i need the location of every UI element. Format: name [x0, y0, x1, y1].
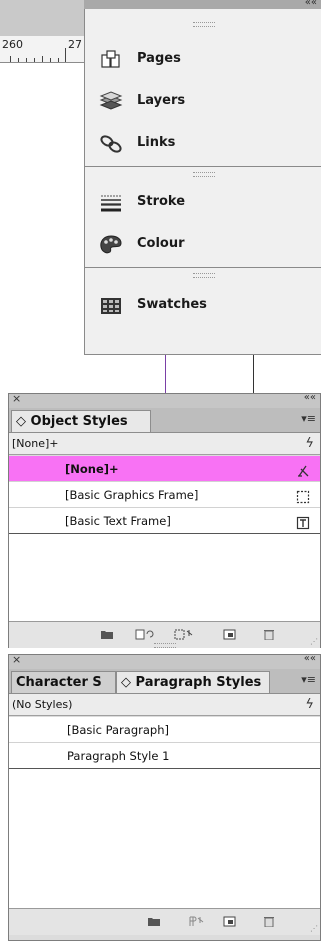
resize-grip-icon[interactable]: ⋰ — [310, 924, 318, 933]
layers-icon — [99, 91, 123, 113]
clear-overrides-button-icon[interactable] — [135, 629, 155, 640]
dock-titlebar[interactable]: «« — [84, 0, 321, 9]
style-name: [None]+ — [65, 462, 119, 476]
ruler-tick — [26, 58, 27, 62]
list-item[interactable]: [Basic Text Frame] — [9, 508, 320, 534]
dock-grip[interactable] — [192, 172, 215, 177]
dock-item-pages[interactable]: Pages — [85, 40, 321, 80]
dock-item-label: Pages — [137, 51, 181, 66]
panel-tab-row: Character S ◇ Paragraph Styles ▾≡ — [9, 669, 320, 694]
clear-overrides-button-icon[interactable] — [187, 916, 205, 927]
colour-icon — [99, 234, 123, 256]
panel-tab-row: ◇ Object Styles ▾≡ — [9, 408, 320, 433]
ruler-mark: 27 — [68, 38, 82, 51]
panel-titlebar[interactable]: × «« — [9, 653, 320, 670]
stroke-icon — [99, 192, 123, 214]
new-style-icon[interactable] — [223, 916, 237, 927]
clear-overrides-icon[interactable] — [296, 461, 310, 477]
dock-divider — [85, 166, 321, 167]
dock-item-layers[interactable]: Layers — [85, 82, 321, 122]
pages-icon — [99, 49, 123, 71]
ruler-tick — [58, 58, 59, 62]
list-item[interactable]: Paragraph Style 1 — [9, 743, 320, 769]
panel-menu-icon[interactable]: ▾≡ — [301, 673, 316, 686]
panel-footer: ⋰ — [9, 908, 320, 935]
horizontal-ruler[interactable]: 260 27 — [0, 36, 86, 63]
ruler-tick — [34, 58, 35, 62]
clear-non-style-attributes-icon[interactable] — [174, 629, 194, 640]
graphics-frame-icon — [296, 487, 310, 504]
dock-item-label: Layers — [137, 93, 186, 108]
dock-item-label: Colour — [137, 236, 185, 251]
dock-item-stroke[interactable]: Stroke — [85, 183, 321, 223]
panel-menu-icon[interactable]: ▾≡ — [301, 412, 316, 425]
trash-icon[interactable] — [262, 916, 276, 928]
collapse-icon[interactable]: «« — [305, 0, 317, 8]
text-frame-icon — [296, 513, 310, 530]
collapse-icon[interactable]: «« — [304, 392, 316, 403]
quick-apply-icon[interactable]: ϟ — [305, 694, 314, 716]
close-icon[interactable]: × — [12, 392, 21, 405]
guide-line — [253, 355, 254, 395]
dock-item-label: Links — [137, 135, 176, 150]
resize-grip-icon[interactable]: ⋰ — [310, 637, 318, 646]
document-tab-bar — [0, 0, 86, 37]
current-style-bar: (No Styles) ϟ — [9, 694, 320, 716]
close-icon[interactable]: × — [12, 653, 21, 666]
ruler-tick — [10, 56, 11, 62]
dock-grip[interactable] — [192, 22, 215, 27]
current-style-label: [None]+ — [12, 437, 59, 450]
folder-icon[interactable] — [100, 629, 114, 640]
trash-icon[interactable] — [262, 629, 276, 641]
dock-item-label: Swatches — [137, 297, 207, 312]
current-style-label: (No Styles) — [12, 698, 73, 711]
tab-character-styles[interactable]: Character S — [11, 671, 116, 693]
list-item[interactable]: [Basic Graphics Frame] — [9, 482, 320, 508]
object-styles-panel: × «« ◇ Object Styles ▾≡ [None]+ ϟ [None]… — [8, 392, 321, 648]
ruler-mark: 260 — [2, 38, 23, 51]
tab-paragraph-styles[interactable]: ◇ Paragraph Styles — [116, 671, 270, 693]
panel-dock: Pages Layers Links Stroke Colour Swatche… — [84, 0, 321, 355]
dock-divider — [85, 267, 321, 268]
paragraph-styles-panel: × «« Character S ◇ Paragraph Styles ▾≡ (… — [8, 653, 321, 941]
ruler-tick — [18, 58, 19, 62]
dock-item-links[interactable]: Links — [85, 124, 321, 164]
guide-line — [165, 355, 166, 395]
quick-apply-icon[interactable]: ϟ — [305, 433, 314, 455]
folder-icon[interactable] — [147, 916, 161, 927]
paragraph-styles-list: [Basic Paragraph] Paragraph Style 1 — [9, 717, 320, 909]
ruler-tick — [50, 58, 51, 62]
style-name: [Basic Text Frame] — [65, 514, 171, 528]
links-icon — [99, 133, 123, 155]
tab-object-styles[interactable]: ◇ Object Styles — [11, 410, 151, 432]
panel-grip[interactable] — [153, 643, 176, 648]
new-style-icon[interactable] — [223, 629, 237, 640]
dock-item-label: Stroke — [137, 194, 186, 209]
style-name: [Basic Graphics Frame] — [65, 488, 199, 502]
list-item[interactable]: [None]+ — [9, 456, 320, 482]
style-name: Paragraph Style 1 — [67, 749, 170, 763]
swatches-icon — [99, 295, 123, 317]
dock-item-swatches[interactable]: Swatches — [85, 286, 321, 326]
collapse-icon[interactable]: «« — [304, 653, 316, 664]
dock-grip[interactable] — [192, 273, 215, 278]
current-style-bar: [None]+ ϟ — [9, 433, 320, 455]
object-styles-list: [None]+ [Basic Graphics Frame] [Basic Te… — [9, 456, 320, 622]
dock-item-colour[interactable]: Colour — [85, 225, 321, 265]
ruler-tick — [65, 48, 66, 62]
panel-titlebar[interactable]: × «« — [9, 392, 320, 409]
style-name: [Basic Paragraph] — [67, 723, 169, 737]
ruler-tick — [42, 56, 43, 62]
list-item[interactable]: [Basic Paragraph] — [9, 717, 320, 743]
